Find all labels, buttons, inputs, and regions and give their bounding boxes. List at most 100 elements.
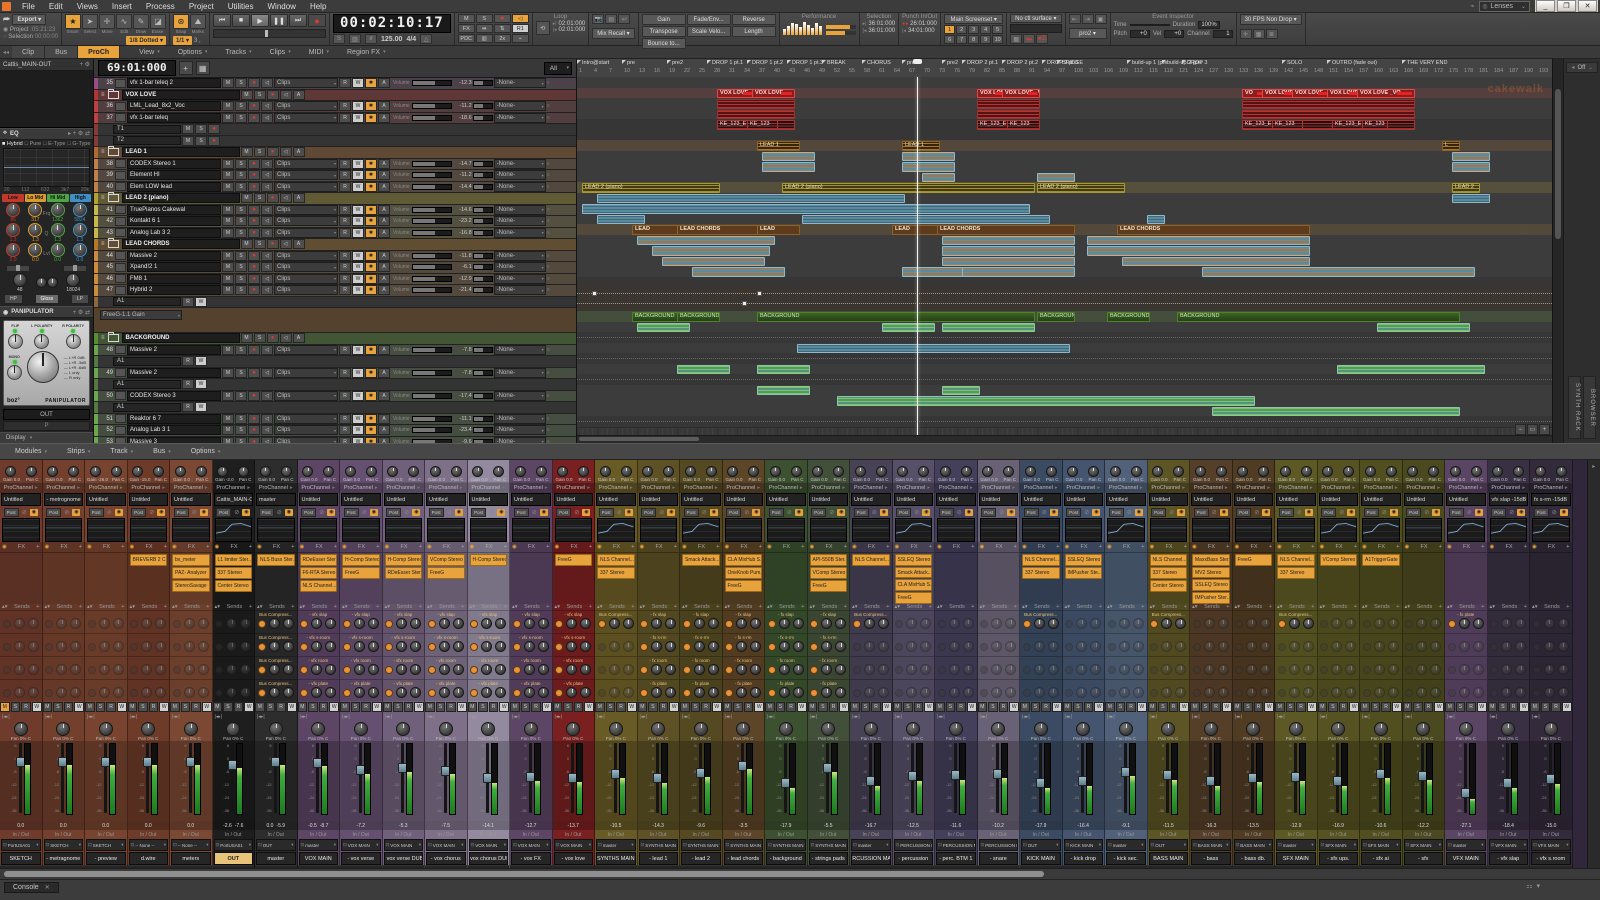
strip-pan-fader-knob[interactable] [439,722,453,736]
strip-gain-knob[interactable] [1535,466,1546,477]
fx-power-icon[interactable]: ◉ [810,544,815,550]
collapse-icon[interactable]: ≡ [99,195,105,201]
input-echo-button[interactable]: ◁ [261,101,273,111]
menu-edit[interactable]: Edit [42,0,70,12]
send-level-knob[interactable] [736,618,747,629]
tool-edit[interactable]: ∿Edit [116,14,132,35]
fx-power-icon[interactable]: ◉ [1320,544,1325,550]
fx-add-icon[interactable]: + [1524,544,1527,550]
eq-thumbnail[interactable] [1022,518,1060,542]
state-btn-12[interactable]: ⇅ [494,24,511,33]
clip-lead[interactable]: LEAD [892,225,940,235]
fx-bin[interactable]: ◉FX+ H-Comp Stereo [468,542,510,604]
mixer-strip-AK[interactable]: Gain 0.0Pan C ProChannel ▸ fx s-rm -15dB… [1530,460,1573,868]
track-name[interactable]: Hybrid 2 [127,285,221,295]
console-menu-options[interactable]: Options▾ [182,448,230,455]
send-pan-knob[interactable] [368,664,379,675]
strip-track-name[interactable]: - sfx ai [1361,852,1401,865]
send-slot-empty[interactable] [1105,610,1147,633]
send-pan-knob[interactable] [495,664,506,675]
strip-pan-fader-knob[interactable] [1544,722,1558,736]
strip-pan-fader-knob[interactable] [269,722,283,736]
archive-button[interactable]: A [378,159,390,169]
send-pan-knob[interactable] [878,618,889,629]
send-pan-knob[interactable] [580,641,591,652]
input-dropdown[interactable]: -None- [494,437,546,443]
inout-label[interactable]: In / Out [340,830,382,839]
send-pan-knob[interactable] [538,641,549,652]
post-button[interactable]: Post [1449,508,1464,517]
eq-thumbnail[interactable] [1065,518,1103,542]
folder-solo-button[interactable]: S [254,90,266,100]
strip-preset-name[interactable]: Untitled [1276,493,1316,506]
arm-button[interactable]: ● [248,113,260,123]
read-automation-button[interactable]: R [339,391,351,401]
fx-plugin[interactable]: FreeG [427,567,465,579]
mts-icon[interactable]: ≣ [1266,29,1278,39]
send-pan-knob[interactable] [665,664,676,675]
clip[interactable] [942,236,1075,246]
strip-mute-button[interactable]: M [1403,702,1413,712]
send-slot-empty[interactable] [1148,656,1190,679]
post-button[interactable]: Post [4,508,19,517]
playhead[interactable] [917,77,918,443]
eq-thumbnail[interactable] [682,518,720,542]
volume-fader[interactable] [401,743,404,813]
input-echo-button[interactable]: ◁ [261,391,273,401]
strip-mute-button[interactable]: M [298,702,308,712]
strip-pan-fader-knob[interactable] [906,722,920,736]
mixer-strip-AC[interactable]: Gain 0.0Pan C ProChannel ▸ Untitled Post… [1190,460,1233,868]
volume-fader[interactable] [444,743,447,813]
send-pan-knob[interactable] [453,664,464,675]
send-level-knob[interactable] [779,664,790,675]
solo-button[interactable]: S [235,414,247,424]
lane-read-button[interactable]: R [182,402,194,412]
send-enable-icon[interactable] [725,689,733,697]
track-row-35[interactable]: 35 vfx 1-bar teleq 2 MS●◁ Clips RW✱A Vol… [94,78,576,90]
pan-slider[interactable] [473,161,493,167]
send-slot-empty[interactable] [1360,656,1402,679]
send-slot[interactable]: - fx slap [638,610,680,633]
inout-label[interactable]: In / Out [723,830,765,839]
clip-ke-123-e[interactable]: KE_123_E [1242,120,1275,130]
pani-toggle-r-polarity[interactable]: R POLARITY [61,323,85,349]
pro2-dropdown[interactable]: pro2 ▾ [1069,28,1107,39]
send-pan-knob[interactable] [325,641,336,652]
eq-thumbnail[interactable] [597,518,635,542]
prochannel-header[interactable]: ProChannel ▸ [638,482,680,493]
clip[interactable] [1202,267,1475,277]
strip-mute-button[interactable]: M [765,702,775,712]
section-marker[interactable]: pre2 [667,60,683,68]
strip-pan-fader-knob[interactable] [141,722,155,736]
clip[interactable] [902,267,965,277]
send-slot-empty[interactable] [595,656,637,679]
prochannel-header[interactable]: ProChannel ▸ [1403,482,1445,493]
fx-plugin[interactable]: FreeG [725,580,763,592]
strip-gain-knob[interactable] [897,466,908,477]
input-dropdown[interactable]: -None- [494,216,546,226]
send-slot[interactable]: - vfx s-room [383,633,425,656]
archive-button[interactable]: A [378,391,390,401]
eq-thumbnail[interactable] [512,518,550,542]
send-slot[interactable]: Bus Compress... [850,610,892,633]
folder-mute-button[interactable]: M [241,147,253,157]
prochannel-power-icon[interactable]: ◉ [72,509,80,516]
output-selector[interactable]: ⊡OUT▾ [1149,839,1189,851]
strip-read-button[interactable]: R [1551,702,1561,712]
send-slot[interactable]: - fx room [638,656,680,679]
prochannel-power-icon[interactable]: ◉ [1517,509,1525,516]
pani-toggle-mono[interactable]: MONO [7,354,22,380]
prochannel-power-icon[interactable]: ◉ [327,509,335,516]
eq-gloss-button[interactable]: Gloss [35,294,60,304]
strip-gain-knob[interactable] [175,466,186,477]
prochannel-header[interactable]: ProChannel ▸ [213,482,255,493]
mixer-strip-P[interactable]: Gain 0.0Pan C ProChannel ▸ Untitled Post… [638,460,681,868]
strip-read-button[interactable]: R [871,702,881,712]
clip-background[interactable]: BACKGROUND [677,312,720,322]
mix-recall-dropdown[interactable]: Mix Recall ▾ [592,28,634,39]
send-slot-empty[interactable] [1020,656,1062,679]
strip-mute-button[interactable]: M [808,702,818,712]
strip-pan-knob[interactable] [366,466,377,477]
fx-bin[interactable]: ◉FX+ [1488,542,1530,604]
fx-bin[interactable]: ◉FX+ H-Comp StereoFreeG [340,542,382,604]
